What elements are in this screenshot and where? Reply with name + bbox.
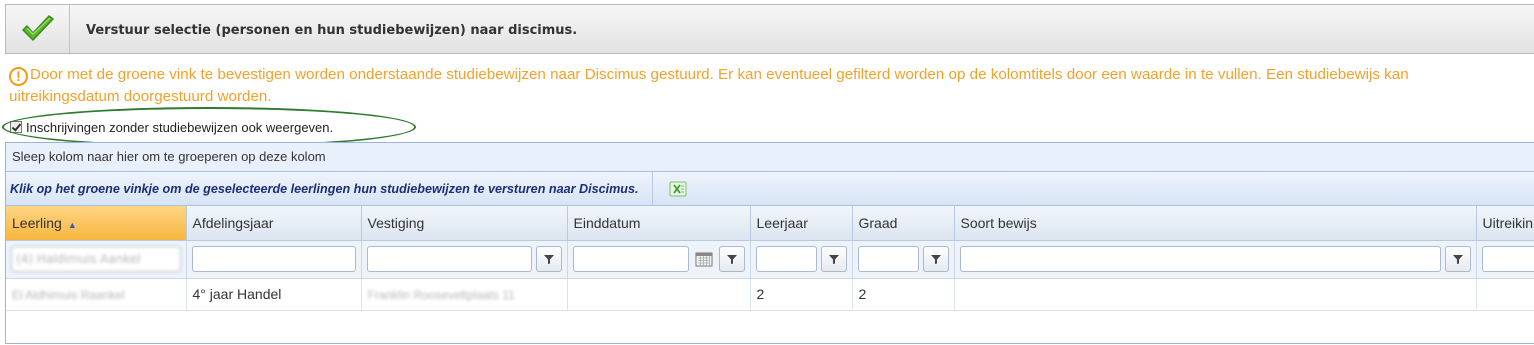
sort-ascending-icon: ▲ <box>67 219 77 230</box>
excel-export-icon[interactable] <box>667 180 689 197</box>
grid-command-bar: Klik op het groene vinkje om de geselect… <box>6 171 1534 206</box>
table-row[interactable]: El Aldhimuis Raankel 4° jaar Handel Fran… <box>6 278 1534 311</box>
command-instruction: Klik op het groene vinkje om de geselect… <box>6 171 654 206</box>
filter-button-einddatum[interactable] <box>718 246 745 272</box>
filter-input-soort-bewijs[interactable] <box>959 246 1441 272</box>
cell-leerjaar: 2 <box>750 278 853 311</box>
cell-leerling: El Aldhimuis Raankel <box>12 288 125 302</box>
filter-input-vestiging[interactable] <box>366 246 532 272</box>
filter-funnel-icon <box>828 255 839 264</box>
filter-funnel-icon <box>726 255 737 264</box>
calendar-button[interactable] <box>693 246 715 272</box>
filter-input-afdelingsjaar[interactable] <box>191 246 356 272</box>
cell-uitreiking <box>1476 278 1534 311</box>
column-header-soort-bewijs[interactable]: Soort bewijs <box>954 206 1477 241</box>
filter-button-soort-bewijs[interactable] <box>1444 246 1471 272</box>
column-header-uitreiking[interactable]: Uitreikin <box>1476 206 1534 241</box>
notice-line-1: Door met de groene vink te bevestigen wo… <box>30 66 1409 83</box>
filter-funnel-icon <box>543 255 554 264</box>
show-without-certificates-label: Inschrijvingen zonder studiebewijzen ook… <box>26 119 334 135</box>
filter-input-einddatum[interactable] <box>572 246 689 272</box>
filter-button-vestiging[interactable] <box>535 246 562 272</box>
confirm-send-button[interactable] <box>6 5 70 53</box>
calendar-icon <box>695 252 712 267</box>
grid-table: Leerling ▲ Afdelingsjaar Vestiging Eindda… <box>6 206 1534 311</box>
filter-funnel-icon <box>1452 255 1463 264</box>
info-notice: ! Door met de groene vink te bevestigen w… <box>9 64 1534 114</box>
column-header-leerjaar[interactable]: Leerjaar <box>750 206 853 241</box>
green-checkmark-icon <box>21 15 54 41</box>
show-without-certificates-option[interactable]: Inschrijvingen zonder studiebewijzen ook… <box>10 118 333 136</box>
exclamation-circle-icon: ! <box>9 67 28 86</box>
group-by-panel[interactable]: Sleep kolom naar hier om te groeperen op… <box>6 143 1534 172</box>
cell-soort-bewijs <box>954 278 1477 311</box>
filter-button-leerjaar[interactable] <box>820 246 847 272</box>
column-header-einddatum[interactable]: Einddatum <box>567 206 751 241</box>
action-toolbar: Verstuur selectie (personen en hun studi… <box>5 4 1534 54</box>
students-grid: Sleep kolom naar hier om te groeperen op… <box>5 142 1534 344</box>
filter-row: (4) Haldimuis Aankel <box>6 240 1534 279</box>
column-header-leerling[interactable]: Leerling ▲ <box>6 206 187 241</box>
filter-funnel-icon <box>930 255 941 264</box>
cell-afdelingsjaar: 4° jaar Handel <box>186 278 362 311</box>
filter-input-uitreiking[interactable] <box>1481 246 1534 272</box>
filter-input-leerjaar[interactable] <box>755 246 817 272</box>
toolbar-title: Verstuur selectie (personen en hun studi… <box>86 23 578 38</box>
column-header-afdelingsjaar[interactable]: Afdelingsjaar <box>186 206 362 241</box>
filter-input-leerling[interactable]: (4) Haldimuis Aankel <box>11 246 181 272</box>
filter-button-graad[interactable] <box>922 246 949 272</box>
notice-line-2: uitreikingsdatum doorgestuurd worden. <box>9 88 272 105</box>
column-header-vestiging[interactable]: Vestiging <box>361 206 568 241</box>
cell-einddatum <box>567 278 751 311</box>
cell-graad: 2 <box>852 278 955 311</box>
filter-input-graad[interactable] <box>857 246 919 272</box>
show-without-certificates-checkbox[interactable] <box>10 121 22 133</box>
column-header-graad[interactable]: Graad <box>852 206 955 241</box>
cell-vestiging: Franklin Rooseveltplaats 11 <box>367 288 515 302</box>
